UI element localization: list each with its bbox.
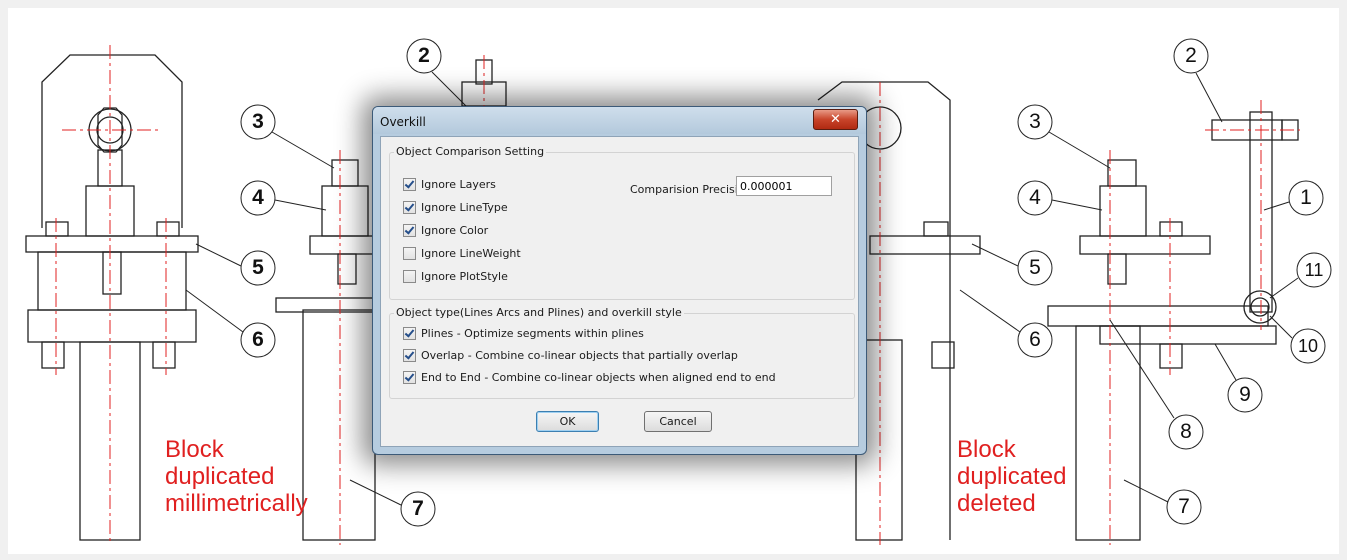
callout-right-5: 5 xyxy=(1029,256,1041,279)
checkbox-overlap[interactable]: Overlap - Combine co-linear objects that… xyxy=(403,349,738,362)
checkbox-label: Plines - Optimize segments within plines xyxy=(421,327,644,340)
checkbox-label: End to End - Combine co-linear objects w… xyxy=(421,371,776,384)
close-icon: ✕ xyxy=(830,112,841,127)
checkbox-ignore-color[interactable]: Ignore Color xyxy=(403,224,488,237)
screenshot-stage: 2 3 4 5 6 7 2 3 4 5 6 1 11 10 9 8 7 Bloc… xyxy=(0,0,1347,560)
group-object-type-title: Object type(Lines Arcs and Plines) and o… xyxy=(394,306,684,319)
ok-button[interactable]: OK xyxy=(536,411,599,432)
callout-right-1: 1 xyxy=(1300,186,1312,209)
checkbox-box[interactable] xyxy=(403,327,416,340)
callout-left-4: 4 xyxy=(252,186,264,209)
checkbox-label: Ignore PlotStyle xyxy=(421,270,508,283)
note-right: Block duplicated deleted xyxy=(957,436,1066,517)
callout-left-2: 2 xyxy=(418,44,430,67)
checkbox-box[interactable] xyxy=(403,371,416,384)
callout-left-7: 7 xyxy=(412,497,424,520)
checkbox-label: Ignore LineType xyxy=(421,201,508,214)
callout-right-10: 10 xyxy=(1297,336,1319,356)
note-right-line-2: duplicated xyxy=(957,463,1067,490)
dialog-client-area: Object Comparison Setting Ignore Layers … xyxy=(380,136,859,447)
checkbox-box[interactable] xyxy=(403,247,416,260)
checkbox-ignore-layers[interactable]: Ignore Layers xyxy=(403,178,496,191)
checkbox-label: Ignore Color xyxy=(421,224,489,237)
callout-right-4: 4 xyxy=(1029,186,1041,209)
checkbox-label: Ignore Layers xyxy=(421,178,496,191)
checkbox-ignore-lineweight[interactable]: Ignore LineWeight xyxy=(403,247,521,260)
checkbox-ignore-plotstyle[interactable]: Ignore PlotStyle xyxy=(403,270,508,283)
callout-right-7: 7 xyxy=(1178,495,1190,518)
note-left-line-1: Block xyxy=(165,436,224,463)
note-left-line-2: duplicated xyxy=(165,463,275,490)
checkbox-plines[interactable]: Plines - Optimize segments within plines xyxy=(403,327,644,340)
checkbox-label: Ignore LineWeight xyxy=(421,247,521,260)
precision-input[interactable] xyxy=(736,176,832,196)
checkbox-box[interactable] xyxy=(403,349,416,362)
checkbox-ignore-linetype[interactable]: Ignore LineType xyxy=(403,201,508,214)
callout-left-6: 6 xyxy=(252,328,264,351)
note-right-line-1: Block xyxy=(957,436,1016,463)
group-object-comparison-title: Object Comparison Setting xyxy=(394,145,547,158)
dialog-titlebar[interactable]: Overkill ✕ xyxy=(373,107,866,134)
dialog-title: Overkill xyxy=(380,115,426,129)
callout-right-8: 8 xyxy=(1180,420,1192,443)
callout-left-5: 5 xyxy=(252,256,264,279)
checkbox-label: Overlap - Combine co-linear objects that… xyxy=(421,349,738,362)
close-button[interactable]: ✕ xyxy=(813,109,858,130)
checkbox-box[interactable] xyxy=(403,178,416,191)
callout-left-3: 3 xyxy=(252,110,264,133)
callout-right-6: 6 xyxy=(1029,328,1041,351)
checkbox-box[interactable] xyxy=(403,201,416,214)
note-left: Block duplicated millimetrically xyxy=(165,436,308,517)
callout-right-3: 3 xyxy=(1029,110,1041,133)
checkbox-box[interactable] xyxy=(403,224,416,237)
note-right-line-3: deleted xyxy=(957,490,1036,517)
callout-right-9: 9 xyxy=(1239,383,1251,406)
checkbox-box[interactable] xyxy=(403,270,416,283)
callout-right-2: 2 xyxy=(1185,44,1197,67)
callout-right-11: 11 xyxy=(1304,260,1324,280)
checkbox-end-to-end[interactable]: End to End - Combine co-linear objects w… xyxy=(403,371,776,384)
note-left-line-3: millimetrically xyxy=(165,490,308,517)
cancel-button[interactable]: Cancel xyxy=(644,411,712,432)
overkill-dialog: Overkill ✕ Object Comparison Setting Ign… xyxy=(372,106,867,455)
